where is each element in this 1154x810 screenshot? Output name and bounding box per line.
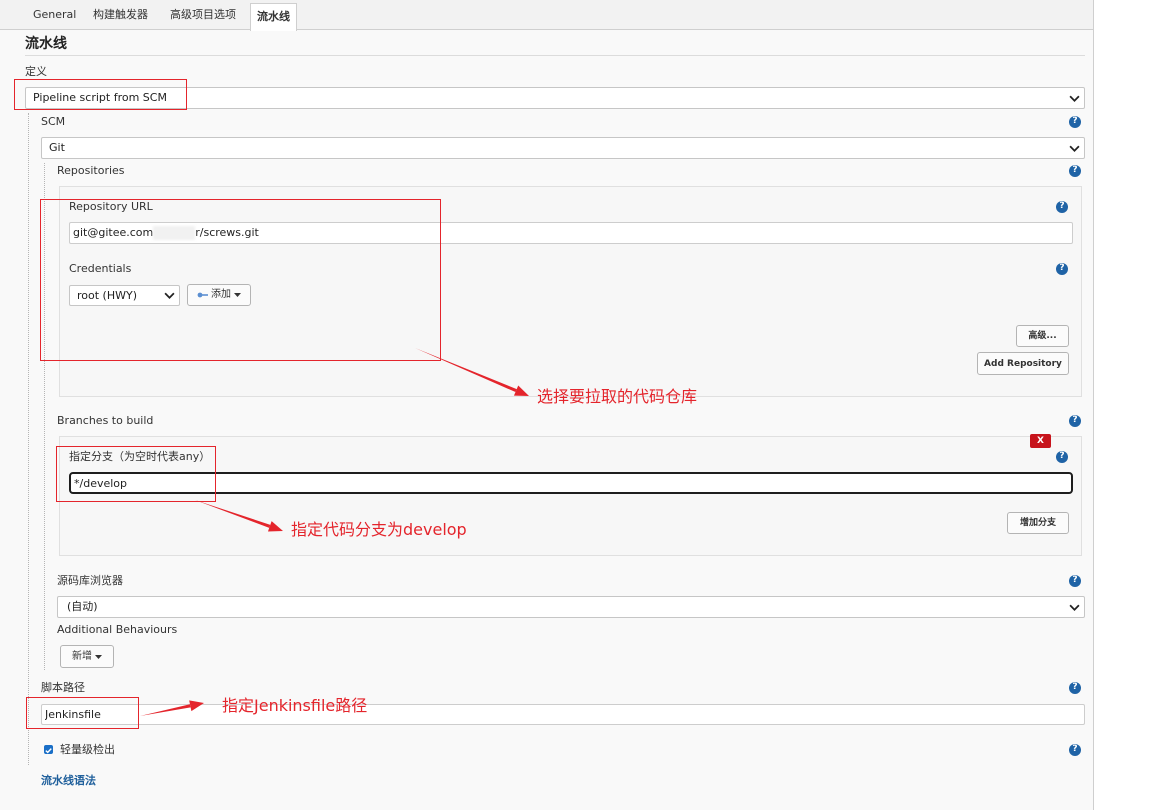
section-title: 流水线 bbox=[25, 36, 67, 52]
repositories-label: Repositories bbox=[57, 164, 125, 177]
help-icon[interactable] bbox=[1056, 201, 1068, 213]
redacted-region bbox=[153, 226, 196, 240]
repository-url-suffix: r/screws.git bbox=[195, 226, 259, 239]
tab-pipeline[interactable]: 流水线 bbox=[250, 3, 297, 31]
help-icon[interactable] bbox=[1069, 575, 1081, 587]
pipeline-syntax-link[interactable]: 流水线语法 bbox=[41, 774, 96, 787]
add-behaviour-button[interactable]: 新增 bbox=[60, 645, 114, 668]
nested-section-line bbox=[28, 113, 29, 765]
lightweight-checkout-label: 轻量级检出 bbox=[60, 743, 115, 756]
help-icon[interactable] bbox=[1069, 116, 1081, 128]
tab-bar: General 构建触发器 高级项目选项 流水线 bbox=[0, 0, 1093, 31]
help-icon[interactable] bbox=[1056, 263, 1068, 275]
scm-label: SCM bbox=[41, 115, 66, 128]
add-credentials-button[interactable]: 添加 bbox=[187, 284, 251, 306]
caret-down-icon bbox=[234, 293, 241, 297]
advanced-button[interactable]: 高级... bbox=[1016, 325, 1069, 347]
branch-spec-input[interactable] bbox=[69, 472, 1073, 494]
branches-label: Branches to build bbox=[57, 414, 154, 427]
repository-url-input[interactable]: git@gitee.com r/screws.git bbox=[69, 222, 1073, 244]
branch-spec-label: 指定分支（为空时代表any） bbox=[69, 450, 211, 463]
chevron-down-icon bbox=[1069, 145, 1080, 152]
repository-browser-value: (自动) bbox=[67, 600, 98, 613]
credentials-label: Credentials bbox=[69, 262, 132, 275]
tab-advanced-project-options[interactable]: 高级项目选项 bbox=[170, 0, 236, 29]
repository-browser-label: 源码库浏览器 bbox=[57, 574, 123, 587]
chevron-down-icon bbox=[1069, 604, 1080, 611]
checkmark-icon bbox=[45, 748, 52, 754]
help-icon[interactable] bbox=[1069, 744, 1081, 756]
help-icon[interactable] bbox=[1069, 415, 1081, 427]
repository-url-label: Repository URL bbox=[69, 200, 153, 213]
help-icon[interactable] bbox=[1069, 165, 1081, 177]
lightweight-checkout-checkbox[interactable] bbox=[44, 745, 53, 754]
branch-box bbox=[59, 436, 1082, 556]
tab-build-triggers[interactable]: 构建触发器 bbox=[93, 0, 148, 29]
scm-value: Git bbox=[49, 141, 65, 154]
chevron-down-icon bbox=[164, 292, 175, 299]
repository-browser-select[interactable]: (自动) bbox=[57, 596, 1085, 618]
key-icon bbox=[197, 292, 208, 298]
tab-general[interactable]: General bbox=[33, 0, 76, 29]
definition-select[interactable]: Pipeline script from SCM bbox=[25, 87, 1085, 109]
add-branch-label: 增加分支 bbox=[1019, 518, 1056, 528]
credentials-select[interactable]: root (HWY) bbox=[69, 285, 180, 306]
add-repository-button[interactable]: Add Repository bbox=[977, 352, 1069, 375]
annotation-branch-note: 指定代码分支为develop bbox=[291, 520, 467, 539]
repository-url-prefix: git@gitee.com bbox=[73, 226, 154, 239]
annotation-jenkinsfile-note: 指定Jenkinsfile路径 bbox=[222, 696, 368, 715]
caret-down-icon bbox=[95, 654, 102, 659]
section-divider bbox=[25, 55, 1085, 56]
script-path-input[interactable] bbox=[41, 704, 1085, 725]
script-path-label: 脚本路径 bbox=[41, 681, 85, 694]
help-icon[interactable] bbox=[1056, 451, 1068, 463]
advanced-label: 高级... bbox=[1028, 331, 1057, 341]
definition-value: Pipeline script from SCM bbox=[33, 91, 167, 104]
add-credentials-label: 添加 bbox=[211, 289, 231, 300]
annotation-repository-note: 选择要拉取的代码仓库 bbox=[537, 387, 698, 406]
add-behaviour-label: 新增 bbox=[72, 650, 92, 662]
credentials-value: root (HWY) bbox=[77, 289, 138, 302]
nested-section-line bbox=[44, 163, 45, 670]
definition-label: 定义 bbox=[25, 65, 47, 78]
delete-branch-button[interactable]: X bbox=[1030, 434, 1051, 448]
help-icon[interactable] bbox=[1069, 682, 1081, 694]
scm-select[interactable]: Git bbox=[41, 137, 1085, 159]
chevron-down-icon bbox=[1069, 95, 1080, 102]
add-repository-label: Add Repository bbox=[984, 358, 1062, 369]
additional-behaviours-label: Additional Behaviours bbox=[57, 623, 178, 636]
add-branch-button[interactable]: 增加分支 bbox=[1007, 512, 1069, 534]
